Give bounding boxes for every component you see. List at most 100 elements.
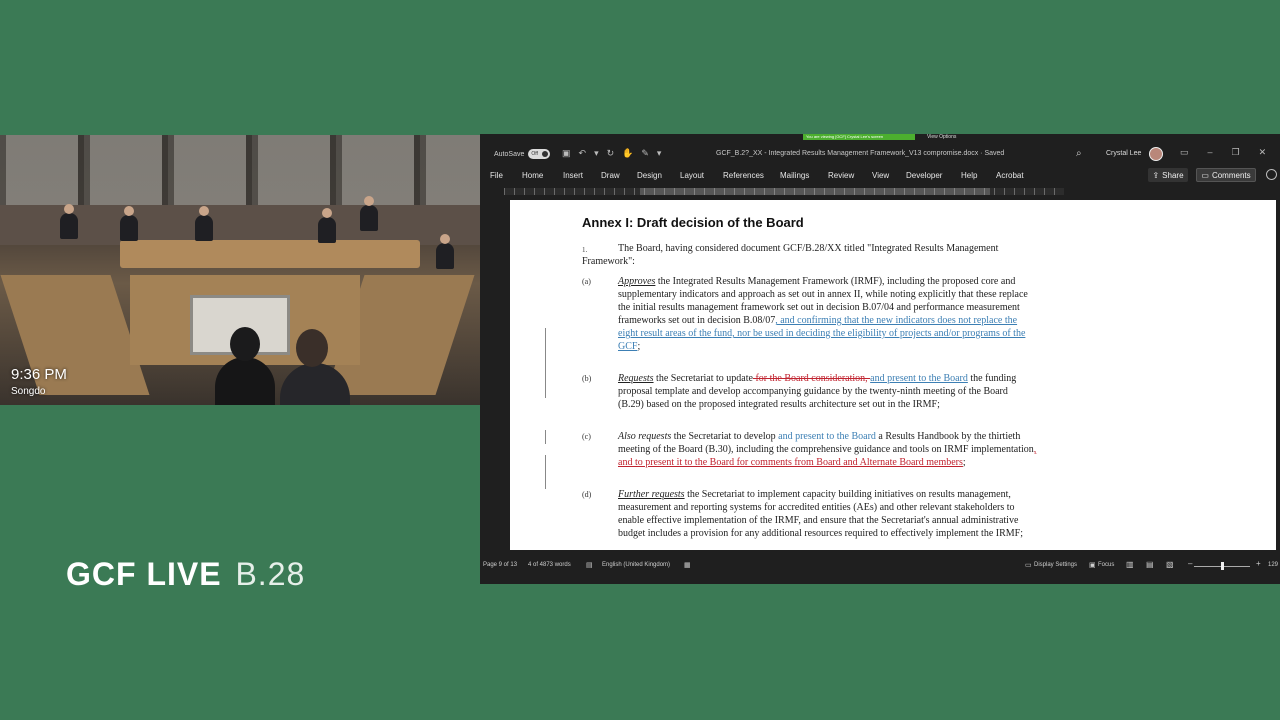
camera-windows [0, 135, 480, 205]
minimize-icon[interactable]: – [1208, 147, 1213, 158]
item-c-text-1: the Secretariat to develop [671, 431, 779, 442]
change-bar [545, 328, 546, 398]
tab-references[interactable]: References [723, 171, 764, 180]
paragraph-1: The Board, having considered document GC… [582, 242, 1034, 268]
restore-icon[interactable]: ❐ [1232, 147, 1240, 158]
status-bar: Page 9 of 13 4 of 4873 words ▤ English (… [480, 559, 1280, 572]
tab-help[interactable]: Help [961, 171, 977, 180]
page-count[interactable]: Page 9 of 13 [483, 562, 517, 568]
tab-draw[interactable]: Draw [601, 171, 620, 180]
camera-time: 9:36 PM [11, 366, 67, 383]
tab-developer[interactable]: Developer [906, 171, 942, 180]
page-title: Annex I: Draft decision of the Board [582, 215, 804, 230]
item-b-text-1: the Secretariat to update [653, 373, 753, 384]
read-mode-icon[interactable]: ▥ [1126, 560, 1134, 569]
document-page[interactable]: Annex I: Draft decision of the Board 1. … [510, 200, 1276, 550]
comment-icon: ▭ [1201, 170, 1209, 180]
brand-session: B.28 [235, 556, 306, 592]
camera-foreground-head [296, 329, 328, 367]
zoom-slider-thumb[interactable] [1221, 562, 1224, 570]
quick-access-toolbar: ▣ ↶ ▾ ↻ ✋ ✎ ▾ [562, 148, 661, 159]
undo-icon[interactable]: ↶ [579, 148, 587, 159]
tab-view[interactable]: View [872, 171, 889, 180]
document-title[interactable]: GCF_B.2?_XX - Integrated Results Managem… [716, 150, 1004, 157]
display-settings-button[interactable]: Display Settings [1034, 562, 1077, 568]
focus-icon[interactable]: ▣ [1089, 561, 1096, 569]
item-b-deletion: for the Board consideration, [752, 373, 871, 384]
item-b-verb: Requests [618, 373, 654, 384]
share-label: Share [1162, 170, 1184, 180]
feedback-icon[interactable] [1266, 169, 1277, 180]
camera-participant [360, 196, 378, 231]
tab-home[interactable]: Home [522, 171, 543, 180]
tab-file[interactable]: File [490, 171, 503, 180]
autosave-toggle[interactable]: Off [528, 149, 551, 159]
view-options-button[interactable]: View Options [927, 134, 956, 140]
live-camera-feed: 9:36 PM Songdo [0, 135, 480, 405]
ribbon-display-icon[interactable]: ▭ [1180, 147, 1189, 158]
redo-icon[interactable]: ↻ [607, 148, 615, 159]
item-a-end: ; [637, 341, 641, 352]
zoom-level[interactable]: 129 [1268, 562, 1278, 568]
screen-share-banner-text: You are viewing [GCF] Crystal Lee's scre… [806, 134, 884, 139]
language-status[interactable]: English (United Kingdom) [602, 562, 670, 568]
format-painter-icon[interactable]: ✎ [641, 148, 649, 159]
brand-name: GCF LIVE [66, 556, 222, 592]
word-count[interactable]: 4 of 4873 words [528, 562, 571, 568]
camera-participant [120, 206, 138, 241]
comments-label: Comments [1211, 170, 1251, 180]
zoom-out-icon[interactable]: – [1188, 559, 1192, 568]
camera-location: Songdo [11, 386, 46, 397]
customize-toolbar-icon[interactable]: ▾ [657, 148, 662, 159]
zoom-in-icon[interactable]: + [1256, 559, 1261, 568]
ruler-margin-area [640, 188, 990, 195]
change-bar [545, 455, 546, 489]
tab-acrobat[interactable]: Acrobat [996, 171, 1024, 180]
gcf-live-logo: GCF LIVE B.28 [66, 556, 305, 593]
word-window: You are viewing [GCF] Crystal Lee's scre… [480, 134, 1280, 584]
item-c-end: ; [962, 457, 966, 468]
close-icon[interactable]: ✕ [1259, 147, 1267, 158]
item-a: Approves the Integrated Results Manageme… [618, 275, 1034, 353]
dropdown-icon[interactable]: ▾ [594, 148, 599, 159]
item-label-a: (a) [582, 277, 591, 286]
proofing-icon[interactable]: ▤ [586, 561, 593, 569]
camera-foreground-head [230, 327, 260, 361]
comments-button[interactable]: ▭ Comments [1196, 168, 1256, 182]
camera-head-table [120, 240, 420, 268]
user-name[interactable]: Crystal Lee [1106, 150, 1141, 157]
tab-design[interactable]: Design [637, 171, 662, 180]
change-bar [545, 430, 546, 444]
save-icon[interactable]: ▣ [562, 148, 571, 159]
touch-mode-icon[interactable]: ✋ [622, 148, 633, 159]
tab-layout[interactable]: Layout [680, 171, 704, 180]
title-bar: AutoSave Off ▣ ↶ ▾ ↻ ✋ ✎ ▾ GCF_B.2?_XX -… [480, 144, 1280, 166]
web-layout-icon[interactable]: ▧ [1166, 560, 1174, 569]
display-settings-icon[interactable]: ▭ [1025, 561, 1032, 569]
share-button[interactable]: ⇪ Share [1148, 168, 1188, 182]
screen-share-banner: You are viewing [GCF] Crystal Lee's scre… [803, 134, 915, 140]
tab-insert[interactable]: Insert [563, 171, 583, 180]
camera-participant [318, 208, 336, 243]
item-b-insertion: and present to the Board [870, 373, 968, 384]
window-controls: ▭ – ❐ ✕ [1180, 147, 1266, 158]
item-label-c: (c) [582, 432, 591, 441]
item-label-b: (b) [582, 374, 592, 383]
tab-review[interactable]: Review [828, 171, 854, 180]
print-layout-icon[interactable]: ▤ [1146, 560, 1154, 569]
item-b: Requests the Secretariat to update for t… [618, 372, 1034, 411]
paragraph-1-text: The Board, having considered document GC… [582, 243, 999, 267]
focus-button[interactable]: Focus [1098, 562, 1114, 568]
search-icon[interactable]: ⌕ [1076, 148, 1082, 159]
avatar[interactable] [1149, 147, 1163, 161]
autosave-label: AutoSave [494, 150, 525, 158]
accessibility-icon[interactable]: ▦ [684, 561, 691, 569]
autosave-control[interactable]: AutoSave Off [494, 149, 551, 159]
item-d: Further requests the Secretariat to impl… [618, 488, 1038, 540]
autosave-state: Off [531, 151, 538, 157]
item-c-verb: Also requests [618, 431, 672, 442]
tab-mailings[interactable]: Mailings [780, 171, 809, 180]
camera-participant [60, 204, 78, 239]
item-a-verb: Approves [618, 276, 656, 287]
item-d-verb: Further requests [618, 489, 685, 500]
